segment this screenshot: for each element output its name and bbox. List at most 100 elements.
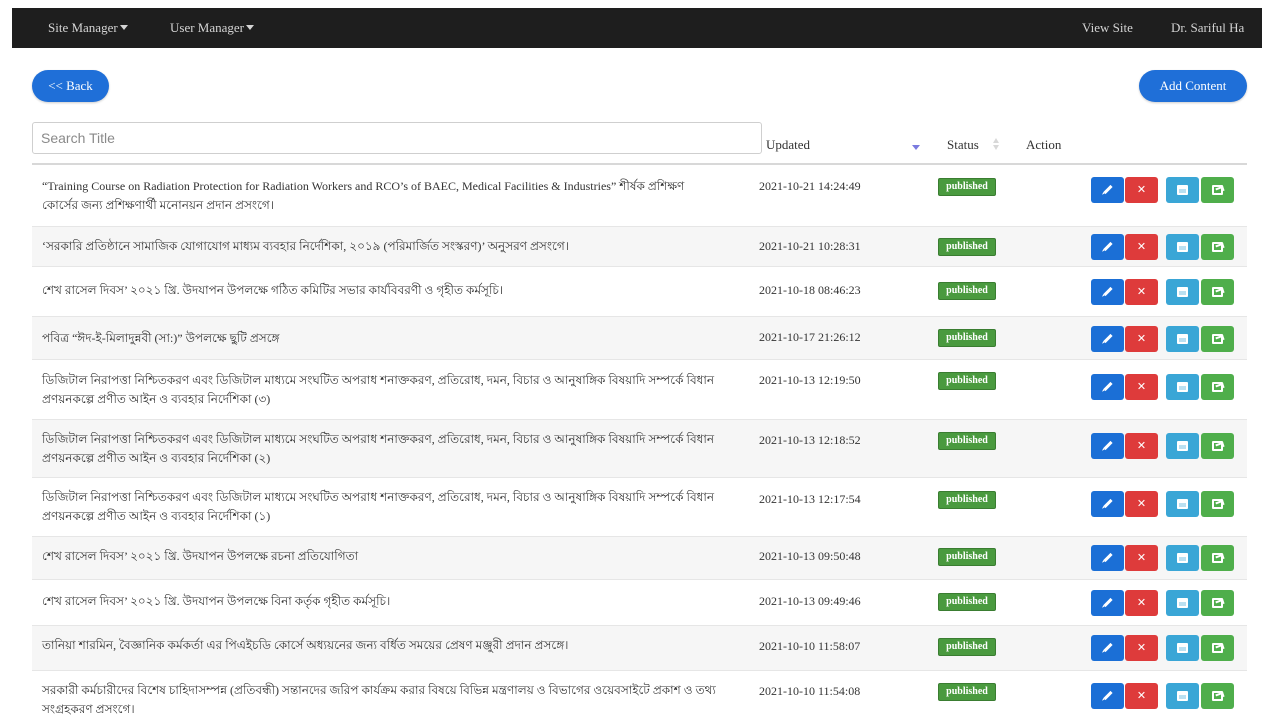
delete-button[interactable]: ✕ [1125,635,1158,661]
row-title: শেখ রাসেল দিবস’ ২০২১ খ্রি. উদযাপন উপলক্ষ… [42,549,359,563]
site-manager-label: Site Manager [48,20,118,35]
delete-button[interactable]: ✕ [1125,545,1158,571]
share-icon [1212,691,1223,701]
row-title: তানিয়া শারমিন, বৈজ্ঞানিক কর্মকর্তা এর প… [42,638,569,652]
search-input[interactable] [32,122,762,154]
share-icon [1212,598,1223,608]
schedule-button[interactable] [1166,279,1199,305]
row-actions: ✕ [1091,279,1237,305]
share-button[interactable] [1201,326,1234,352]
table-row: শেখ রাসেল দিবস’ ২০২১ খ্রি. উদযাপন উপলক্ষ… [32,580,1247,626]
edit-button[interactable] [1091,279,1124,305]
share-button[interactable] [1201,374,1234,400]
close-icon: ✕ [1136,641,1147,654]
delete-button[interactable]: ✕ [1125,279,1158,305]
edit-button[interactable] [1091,590,1124,616]
delete-button[interactable]: ✕ [1125,683,1158,709]
schedule-button[interactable] [1166,635,1199,661]
edit-button[interactable] [1091,374,1124,400]
edit-button[interactable] [1091,234,1124,260]
delete-button[interactable]: ✕ [1125,433,1158,459]
share-button[interactable] [1201,177,1234,203]
view-site-link[interactable]: View Site [1082,20,1133,36]
status-badge: published [938,638,996,656]
back-button[interactable]: << Back [32,70,109,102]
edit-button[interactable] [1091,177,1124,203]
schedule-button[interactable] [1166,545,1199,571]
share-icon [1212,553,1223,563]
delete-button[interactable]: ✕ [1125,590,1158,616]
delete-button[interactable]: ✕ [1125,374,1158,400]
calendar-icon [1177,643,1188,653]
share-button[interactable] [1201,433,1234,459]
calendar-icon [1177,553,1188,563]
pencil-icon [1103,241,1113,252]
row-updated: 2021-10-18 08:46:23 [759,283,861,297]
edit-button[interactable] [1091,635,1124,661]
schedule-button[interactable] [1166,374,1199,400]
chevron-down-icon [119,25,128,30]
pencil-icon [1103,440,1113,451]
schedule-button[interactable] [1166,433,1199,459]
status-badge: published [938,329,996,347]
share-button[interactable] [1201,590,1234,616]
pencil-icon [1103,552,1113,563]
schedule-button[interactable] [1166,590,1199,616]
row-actions: ✕ [1091,491,1237,517]
share-button[interactable] [1201,279,1234,305]
updated-column-header[interactable]: Updated [766,137,810,153]
share-button[interactable] [1201,635,1234,661]
row-title: পবিত্র “ঈদ-ই-মিলাদুন্নবী (সা:)” উপলক্ষে … [42,331,280,345]
share-icon [1212,499,1223,509]
schedule-button[interactable] [1166,683,1199,709]
row-actions: ✕ [1091,374,1237,400]
share-button[interactable] [1201,545,1234,571]
row-updated: 2021-10-10 11:58:07 [759,639,861,653]
user-menu[interactable]: Dr. Sariful Ha [1171,20,1244,36]
edit-button[interactable] [1091,433,1124,459]
row-updated: 2021-10-13 09:50:48 [759,549,861,563]
close-icon: ✕ [1136,240,1147,253]
close-icon: ✕ [1136,380,1147,393]
schedule-button[interactable] [1166,177,1199,203]
share-icon [1212,643,1223,653]
calendar-icon [1177,598,1188,608]
delete-button[interactable]: ✕ [1125,491,1158,517]
calendar-icon [1177,499,1188,509]
status-badge: published [938,593,996,611]
sort-desc-icon[interactable] [912,145,920,150]
row-actions: ✕ [1091,433,1237,459]
sort-icon[interactable] [993,138,999,152]
share-button[interactable] [1201,683,1234,709]
edit-button[interactable] [1091,326,1124,352]
site-manager-menu[interactable]: Site Manager [48,20,128,36]
status-badge: published [938,372,996,390]
pencil-icon [1103,333,1113,344]
delete-button[interactable]: ✕ [1125,234,1158,260]
row-actions: ✕ [1091,545,1237,571]
share-icon [1212,287,1223,297]
schedule-button[interactable] [1166,491,1199,517]
status-column-header[interactable]: Status [947,137,979,153]
share-button[interactable] [1201,234,1234,260]
edit-button[interactable] [1091,683,1124,709]
row-updated: 2021-10-13 09:49:46 [759,594,861,608]
table-row: শেখ রাসেল দিবস’ ২০২১ খ্রি. উদযাপন উপলক্ষ… [32,537,1247,580]
content-table: “Training Course on Radiation Protection… [32,165,1247,717]
edit-button[interactable] [1091,491,1124,517]
status-badge: published [938,432,996,450]
add-content-button[interactable]: Add Content [1139,70,1247,102]
share-button[interactable] [1201,491,1234,517]
chevron-down-icon [246,25,254,30]
status-badge: published [938,178,996,196]
delete-button[interactable]: ✕ [1125,326,1158,352]
calendar-icon [1177,691,1188,701]
share-icon [1212,382,1223,392]
schedule-button[interactable] [1166,234,1199,260]
row-updated: 2021-10-13 12:19:50 [759,373,861,387]
schedule-button[interactable] [1166,326,1199,352]
edit-button[interactable] [1091,545,1124,571]
user-manager-menu[interactable]: User Manager [170,20,254,36]
delete-button[interactable]: ✕ [1125,177,1158,203]
pencil-icon [1103,184,1113,195]
